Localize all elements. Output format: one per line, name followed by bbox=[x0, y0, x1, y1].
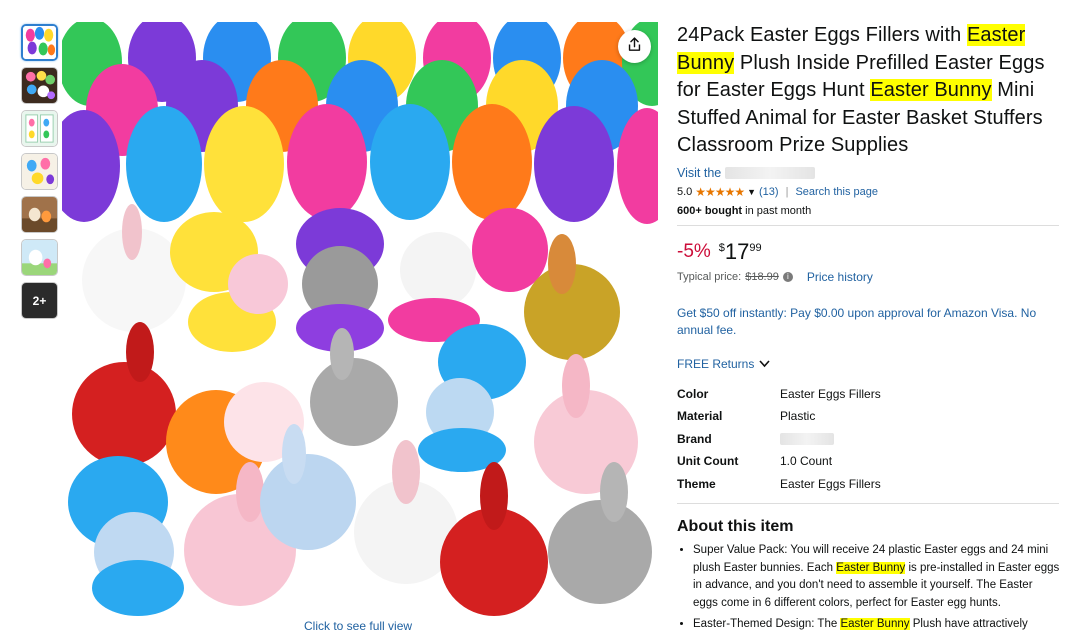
full-view-link[interactable]: Click to see full view bbox=[304, 619, 412, 633]
spec-key: Unit Count bbox=[677, 454, 739, 469]
chevron-down-icon bbox=[759, 357, 770, 371]
spec-value: Easter Eggs Fillers bbox=[780, 386, 881, 401]
bought-count: 600+ bought bbox=[677, 204, 743, 217]
card-promo-link[interactable]: Get $50 off instantly: Pay $0.00 upon ap… bbox=[677, 291, 1060, 339]
spec-row: Color Easter Eggs Fillers bbox=[677, 383, 1060, 406]
typical-price-label: Typical price: bbox=[677, 270, 742, 283]
about-bullet: Easter-Themed Design: The Easter Bunny P… bbox=[693, 616, 1060, 634]
free-returns-label: FREE Returns bbox=[677, 356, 755, 371]
share-icon bbox=[626, 36, 643, 58]
product-details: 24Pack Easter Eggs Fillers with Easter B… bbox=[677, 22, 1060, 635]
divider bbox=[677, 224, 1059, 226]
thumbnail-4[interactable] bbox=[21, 153, 58, 190]
spec-key: Theme bbox=[677, 476, 716, 491]
rating-count-link[interactable]: (13) bbox=[759, 186, 779, 198]
rating-value: 5.0 bbox=[677, 185, 693, 198]
bullet-text: Plush have attractively bbox=[909, 618, 1028, 630]
search-page-link[interactable]: Search this page bbox=[795, 186, 878, 198]
main-product-image[interactable] bbox=[62, 22, 658, 618]
title-text-1: 24Pack Easter Eggs Fillers with bbox=[677, 24, 967, 46]
price-history-link[interactable]: Price history bbox=[807, 270, 873, 284]
price-fraction: 99 bbox=[749, 241, 762, 254]
thumbnail-5[interactable] bbox=[21, 196, 58, 233]
bullet-text: Easter-Themed Design: The bbox=[693, 618, 841, 630]
thumbnail-1[interactable] bbox=[21, 24, 58, 61]
thumbnail-6[interactable] bbox=[21, 239, 58, 276]
bought-period: in past month bbox=[742, 204, 812, 217]
thumbnail-more-label: 2+ bbox=[32, 293, 47, 308]
info-icon[interactable]: i bbox=[782, 271, 793, 282]
bought-info: 600+ bought in past month bbox=[677, 205, 1060, 217]
about-bullet: Super Value Pack: You will receive 24 pl… bbox=[693, 542, 1060, 612]
spec-key: Color bbox=[677, 386, 709, 401]
store-prefix: Visit the bbox=[677, 165, 722, 180]
spec-value: Plastic bbox=[780, 409, 816, 424]
product-title: 24Pack Easter Eggs Fillers with Easter B… bbox=[677, 22, 1060, 160]
spec-row: Unit Count 1.0 Count bbox=[677, 450, 1060, 473]
chevron-down-icon[interactable]: ▼ bbox=[747, 187, 756, 197]
title-highlight-2: Easter Bunny bbox=[870, 79, 992, 101]
bullet-highlight: Easter Bunny bbox=[840, 618, 910, 630]
thumbnail-strip: 2+ bbox=[21, 24, 59, 325]
thumbnail-more[interactable]: 2+ bbox=[21, 282, 58, 319]
discount-percent: -5% bbox=[677, 240, 711, 262]
brand-value-redacted bbox=[780, 432, 834, 445]
share-button[interactable] bbox=[618, 30, 651, 63]
about-heading: About this item bbox=[677, 518, 794, 535]
spec-key: Material bbox=[677, 409, 723, 424]
spec-row: Theme Easter Eggs Fillers bbox=[677, 473, 1060, 496]
specs-table: Color Easter Eggs Fillers Material Plast… bbox=[677, 383, 1060, 496]
thumbnail-2[interactable] bbox=[21, 67, 58, 104]
typical-price-value: $18.99 bbox=[745, 270, 779, 283]
store-link[interactable]: Visit the bbox=[677, 166, 1060, 180]
separator: | bbox=[785, 185, 789, 198]
spec-value: 1.0 Count bbox=[780, 454, 833, 469]
bullet-highlight: Easter Bunny bbox=[836, 561, 906, 574]
price-block: -5% $ 17 99 bbox=[677, 238, 1060, 264]
store-name-redacted bbox=[725, 166, 816, 179]
price-whole: 17 bbox=[724, 238, 750, 264]
free-returns-link[interactable]: FREE Returns bbox=[677, 357, 1060, 371]
about-bullets: Super Value Pack: You will receive 24 pl… bbox=[677, 542, 1060, 634]
rating-row: 5.0 ★★★★★ ▼ (13) | Search this page bbox=[677, 185, 1060, 199]
thumbnail-3[interactable] bbox=[21, 110, 58, 147]
spec-row: Brand bbox=[677, 428, 1060, 451]
spec-value: Easter Eggs Fillers bbox=[780, 476, 881, 491]
spec-row: Material Plastic bbox=[677, 405, 1060, 428]
typical-price-row: Typical price: $18.99 i Price history bbox=[677, 270, 1060, 284]
divider bbox=[677, 503, 1059, 504]
star-rating[interactable]: ★★★★★ bbox=[695, 185, 745, 199]
spec-key: Brand bbox=[677, 431, 712, 446]
